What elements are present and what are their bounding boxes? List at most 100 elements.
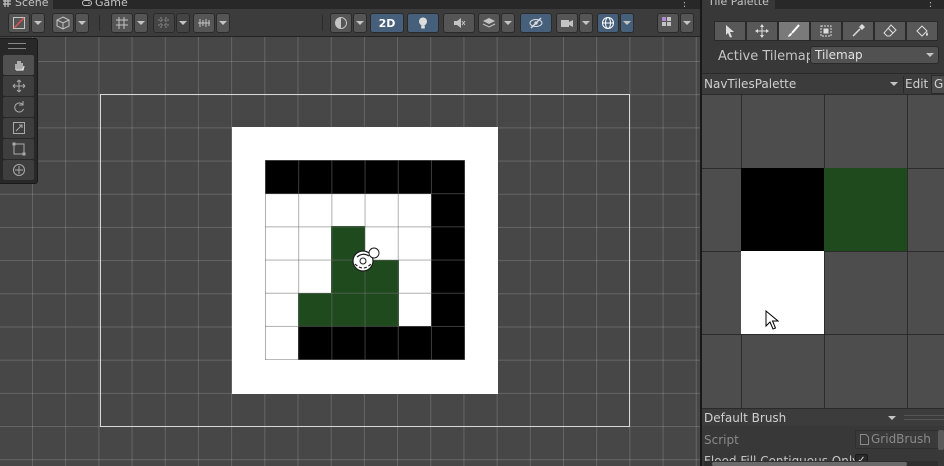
grid-visibility-dropdown[interactable] xyxy=(216,13,230,33)
globe-icon xyxy=(602,17,614,29)
player-sprite[interactable] xyxy=(348,242,382,276)
tile-black[interactable] xyxy=(331,326,366,360)
picker-button[interactable] xyxy=(842,21,874,41)
grid-snap-dropdown[interactable] xyxy=(134,13,148,33)
grid-visibility-button[interactable] xyxy=(193,13,215,33)
more-options-icon[interactable]: ⋮ xyxy=(925,0,936,9)
scale-tool-button[interactable] xyxy=(3,118,34,138)
tile-black[interactable] xyxy=(431,292,465,327)
grid-snap-button[interactable] xyxy=(111,13,133,33)
tile-green[interactable] xyxy=(298,292,333,327)
scene-view[interactable] xyxy=(0,37,700,466)
increment-snap-button[interactable] xyxy=(153,13,175,33)
shading-mode-dropdown[interactable] xyxy=(353,13,367,33)
tile-black[interactable] xyxy=(397,160,432,194)
lighting-toggle-button[interactable] xyxy=(407,13,439,33)
more-options-icon[interactable]: ⋮ xyxy=(679,0,690,9)
tile-black[interactable] xyxy=(265,160,299,194)
tab-tile-palette[interactable]: Tile Palette xyxy=(702,0,775,9)
camera-dropdown[interactable] xyxy=(579,13,593,33)
rotate-icon xyxy=(13,101,24,113)
scrollbar-thumb[interactable] xyxy=(712,462,907,466)
shading-mode-button[interactable] xyxy=(330,13,352,33)
paint-brush-button[interactable] xyxy=(778,21,810,41)
cube-icon xyxy=(56,16,70,30)
tab-game[interactable]: Game xyxy=(78,0,132,9)
tile-black[interactable] xyxy=(431,160,465,194)
move-icon xyxy=(755,24,769,38)
chevron-down-icon xyxy=(504,21,512,25)
overlay-grid-icon xyxy=(662,17,671,26)
tile-palette-toolbar xyxy=(702,9,944,46)
toolbar-separator xyxy=(99,15,100,31)
tile-green[interactable] xyxy=(331,292,366,327)
draw-mode-button[interactable] xyxy=(8,13,30,33)
tile-black[interactable] xyxy=(298,326,333,360)
active-tilemap-label: Active Tilemap xyxy=(718,49,814,64)
palette-selector-row: NavTilesPalette Edit G xyxy=(702,73,944,95)
active-tilemap-dropdown[interactable]: Tilemap xyxy=(810,46,939,64)
tile-black[interactable] xyxy=(431,326,465,360)
inspector-scrollbar-horizontal[interactable] xyxy=(704,461,938,466)
rect-transform-icon xyxy=(12,142,25,156)
overlay-menu-button[interactable] xyxy=(657,13,679,33)
palette-dropdown[interactable]: NavTilesPalette xyxy=(704,76,900,93)
tile-green[interactable] xyxy=(364,292,399,327)
tools-overlay xyxy=(0,38,38,184)
flood-fill-button[interactable] xyxy=(906,21,938,41)
hand-tool-button[interactable] xyxy=(3,55,34,75)
gamepad-icon xyxy=(82,0,92,6)
palette-tile-green[interactable] xyxy=(824,168,907,251)
gizmo-button[interactable] xyxy=(52,13,74,33)
rect-tool-button[interactable] xyxy=(3,139,34,159)
grid-toggle-button[interactable]: G xyxy=(931,75,944,94)
tile-black[interactable] xyxy=(431,193,465,228)
box-fill-button[interactable] xyxy=(810,21,842,41)
2d-mode-button[interactable]: 2D xyxy=(370,13,404,33)
paint-bucket-icon xyxy=(916,25,928,37)
tile-palette-tab-strip: Tile Palette ⋮ xyxy=(702,0,944,9)
increment-snap-dropdown[interactable] xyxy=(176,13,190,33)
tile-black[interactable] xyxy=(397,326,432,360)
select-tool-button[interactable] xyxy=(714,21,746,41)
overlay-menu-dropdown[interactable] xyxy=(680,13,694,33)
tile-black[interactable] xyxy=(431,226,465,261)
palette-tile-white[interactable] xyxy=(741,251,824,334)
inspector-scrollbar-vertical[interactable] xyxy=(938,430,944,450)
script-field: GridBrush xyxy=(855,430,941,449)
chevron-down-icon xyxy=(356,21,364,25)
palette-tile-black[interactable] xyxy=(741,168,824,251)
rotate-tool-button[interactable] xyxy=(3,97,34,117)
camera-button[interactable] xyxy=(556,13,578,33)
gizmos-dropdown[interactable] xyxy=(620,13,634,33)
active-tilemap-value: Tilemap xyxy=(815,48,863,62)
tile-black[interactable] xyxy=(431,259,465,294)
move-tool-button[interactable] xyxy=(3,76,34,96)
chevron-down-icon xyxy=(137,21,145,25)
move-selection-button[interactable] xyxy=(746,21,778,41)
toolbar-separator xyxy=(322,15,323,31)
eraser-button[interactable] xyxy=(874,21,906,41)
palette-grid[interactable] xyxy=(702,95,944,408)
edit-palette-button[interactable]: Edit xyxy=(903,76,928,93)
tile-black[interactable] xyxy=(331,160,366,194)
gizmos-toggle-button[interactable] xyxy=(597,13,619,33)
brush-inspector-splitter[interactable] xyxy=(904,415,944,420)
draw-mode-dropdown[interactable] xyxy=(31,13,45,33)
tile-palette-panel: Tile Palette ⋮ Active Tilemap Tilemap Na… xyxy=(702,0,944,466)
tile-black[interactable] xyxy=(364,160,399,194)
tile-black[interactable] xyxy=(364,326,399,360)
effects-dropdown[interactable] xyxy=(501,13,515,33)
effects-button[interactable] xyxy=(478,13,500,33)
transform-tool-button[interactable] xyxy=(3,160,34,180)
overlay-drag-handle[interactable] xyxy=(8,43,26,49)
scale-icon xyxy=(12,122,25,134)
brush-dropdown[interactable]: Default Brush xyxy=(704,410,898,426)
gizmo-dropdown[interactable] xyxy=(75,13,89,33)
tab-scene[interactable]: Scene xyxy=(0,0,53,9)
eyedropper-icon xyxy=(852,24,865,37)
audio-toggle-button[interactable] xyxy=(443,13,475,33)
chevron-down-icon xyxy=(219,21,227,25)
tile-black[interactable] xyxy=(298,160,333,194)
scene-visibility-button[interactable] xyxy=(520,13,552,33)
